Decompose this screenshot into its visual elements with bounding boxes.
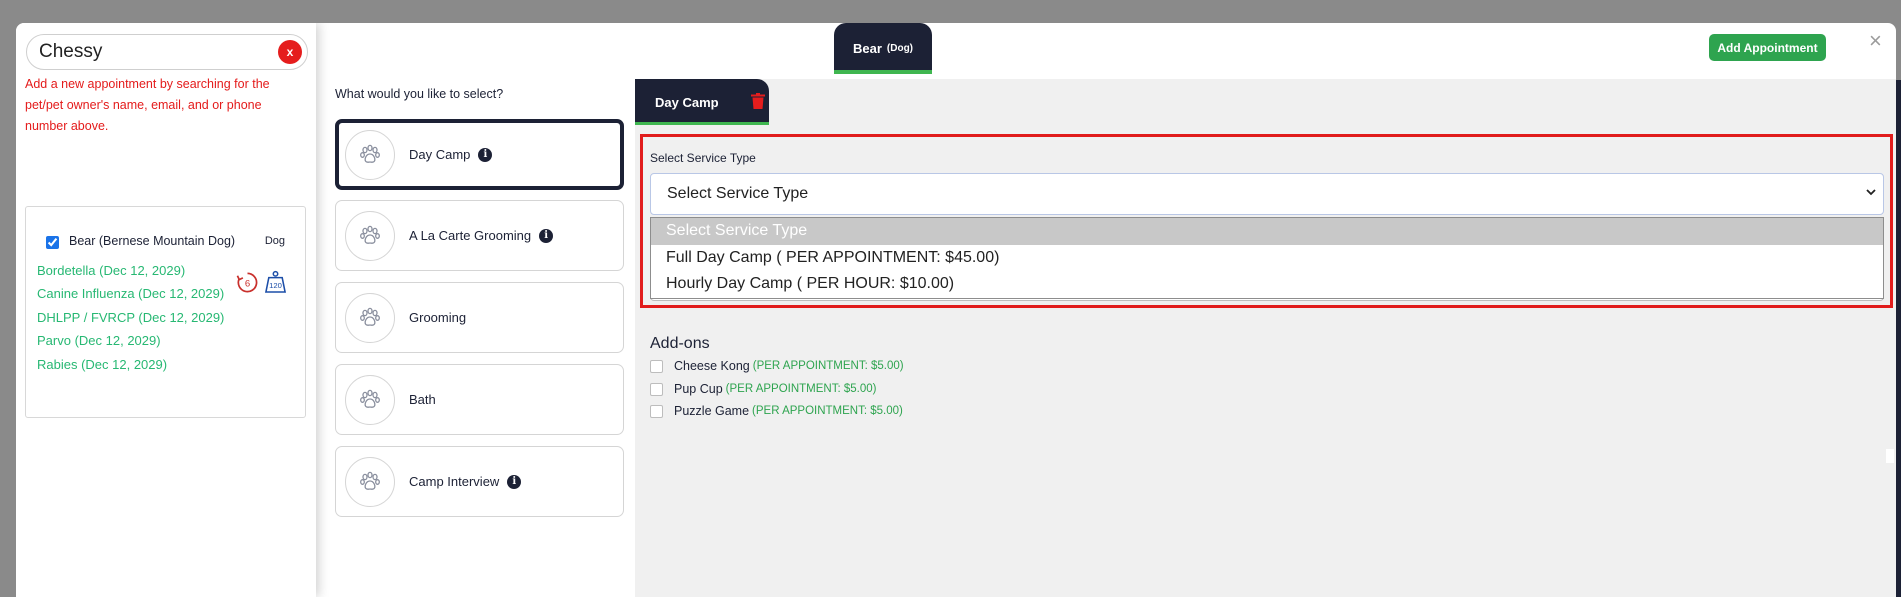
clear-search-button[interactable]: x bbox=[278, 40, 302, 64]
weight-icon: 120 bbox=[264, 270, 287, 294]
addon-checkbox[interactable] bbox=[650, 359, 663, 373]
pet-card: Bear (Bernese Mountain Dog) Dog 6 120 Bo… bbox=[25, 206, 306, 418]
vaccination-item[interactable]: Parvo (Dec 12, 2029) bbox=[37, 333, 161, 348]
addon-price: (PER APPOINTMENT: $5.00) bbox=[752, 405, 903, 417]
search-panel: x Add a new appointment by searching for… bbox=[16, 23, 316, 597]
addon-name: Cheese Kong bbox=[674, 359, 750, 373]
service-option-a-la-carte-grooming[interactable]: A La Carte Grooming i bbox=[335, 200, 624, 271]
pet-tab[interactable]: Bear (Dog) bbox=[834, 23, 932, 74]
vaccination-item[interactable]: Bordetella (Dec 12, 2029) bbox=[37, 263, 185, 278]
service-option-grooming[interactable]: Grooming bbox=[335, 282, 624, 353]
info-icon[interactable]: i bbox=[507, 474, 522, 489]
addon-pup-cup[interactable]: Pup Cup (PER APPOINTMENT: $5.00) bbox=[650, 382, 876, 396]
badge-weight-label: 120 bbox=[269, 281, 282, 290]
service-label: Grooming bbox=[409, 310, 467, 325]
pet-select-checkbox[interactable] bbox=[46, 236, 59, 249]
addon-price: (PER APPOINTMENT: $5.00) bbox=[752, 360, 904, 372]
addon-name: Pup Cup bbox=[674, 382, 723, 396]
paw-icon bbox=[345, 456, 395, 507]
addons-title: Add-ons bbox=[650, 335, 710, 352]
addon-checkbox[interactable] bbox=[650, 404, 663, 418]
vaccination-item[interactable]: Rabies (Dec 12, 2029) bbox=[37, 357, 167, 372]
info-icon[interactable]: i bbox=[478, 147, 493, 162]
trash-icon[interactable] bbox=[751, 93, 765, 109]
search-hint: Add a new appointment by searching for t… bbox=[25, 77, 270, 133]
addon-checkbox[interactable] bbox=[650, 382, 663, 396]
addon-puzzle-game[interactable]: Puzzle Game (PER APPOINTMENT: $5.00) bbox=[650, 404, 903, 418]
service-label: Camp Interview bbox=[409, 474, 500, 489]
service-tab-label: Day Camp bbox=[655, 94, 719, 110]
service-option-bath[interactable]: Bath bbox=[335, 364, 624, 435]
dropdown-option[interactable]: Hourly Day Camp ( PER HOUR: $10.00) bbox=[651, 271, 1883, 298]
add-appointment-button[interactable]: Add Appointment bbox=[1709, 34, 1826, 61]
service-select-title: What would you like to select? bbox=[335, 87, 504, 101]
vaccination-item[interactable]: DHLPP / FVRCP (Dec 12, 2029) bbox=[37, 310, 224, 325]
search-input[interactable] bbox=[39, 40, 259, 64]
dropdown-option[interactable]: Select Service Type bbox=[651, 218, 1883, 245]
service-label: A La Carte Grooming bbox=[409, 228, 532, 243]
addon-price: (PER APPOINTMENT: $5.00) bbox=[725, 383, 877, 395]
service-label: Bath bbox=[409, 392, 436, 407]
service-type-dropdown: Select Service Type Full Day Camp ( PER … bbox=[650, 217, 1884, 299]
pet-type: Dog bbox=[264, 235, 285, 247]
new-appointment-modal: x Add a new appointment by searching for… bbox=[16, 23, 1896, 597]
close-icon[interactable]: × bbox=[1869, 30, 1882, 52]
search-box: x bbox=[26, 34, 308, 70]
service-tab-day-camp[interactable]: Day Camp bbox=[635, 79, 769, 125]
addon-cheese-kong[interactable]: Cheese Kong (PER APPOINTMENT: $5.00) bbox=[650, 359, 904, 373]
service-option-day-camp[interactable]: Day Camp i bbox=[335, 119, 624, 190]
paw-icon bbox=[345, 210, 395, 261]
scrollbar[interactable] bbox=[1886, 449, 1894, 463]
service-label: Day Camp bbox=[409, 147, 471, 162]
info-icon[interactable]: i bbox=[539, 228, 554, 243]
vaccination-item[interactable]: Canine Influenza (Dec 12, 2029) bbox=[37, 286, 224, 301]
service-option-camp-interview[interactable]: Camp Interview i bbox=[335, 446, 624, 517]
refresh-count-icon: 6 bbox=[236, 271, 259, 294]
pet-tab-type: (Dog) bbox=[886, 43, 914, 54]
pet-tab-name: Bear bbox=[852, 41, 882, 56]
dropdown-option[interactable]: Full Day Camp ( PER APPOINTMENT: $45.00) bbox=[651, 245, 1883, 272]
paw-icon bbox=[345, 374, 395, 425]
active-tab-indicator bbox=[834, 70, 932, 74]
addon-name: Puzzle Game bbox=[674, 404, 750, 418]
badge-count-label: 6 bbox=[245, 278, 250, 289]
paw-icon bbox=[345, 292, 395, 343]
pet-name: Bear (Bernese Mountain Dog) bbox=[69, 234, 236, 248]
paw-icon bbox=[345, 129, 395, 180]
active-service-tab-indicator bbox=[635, 122, 769, 125]
